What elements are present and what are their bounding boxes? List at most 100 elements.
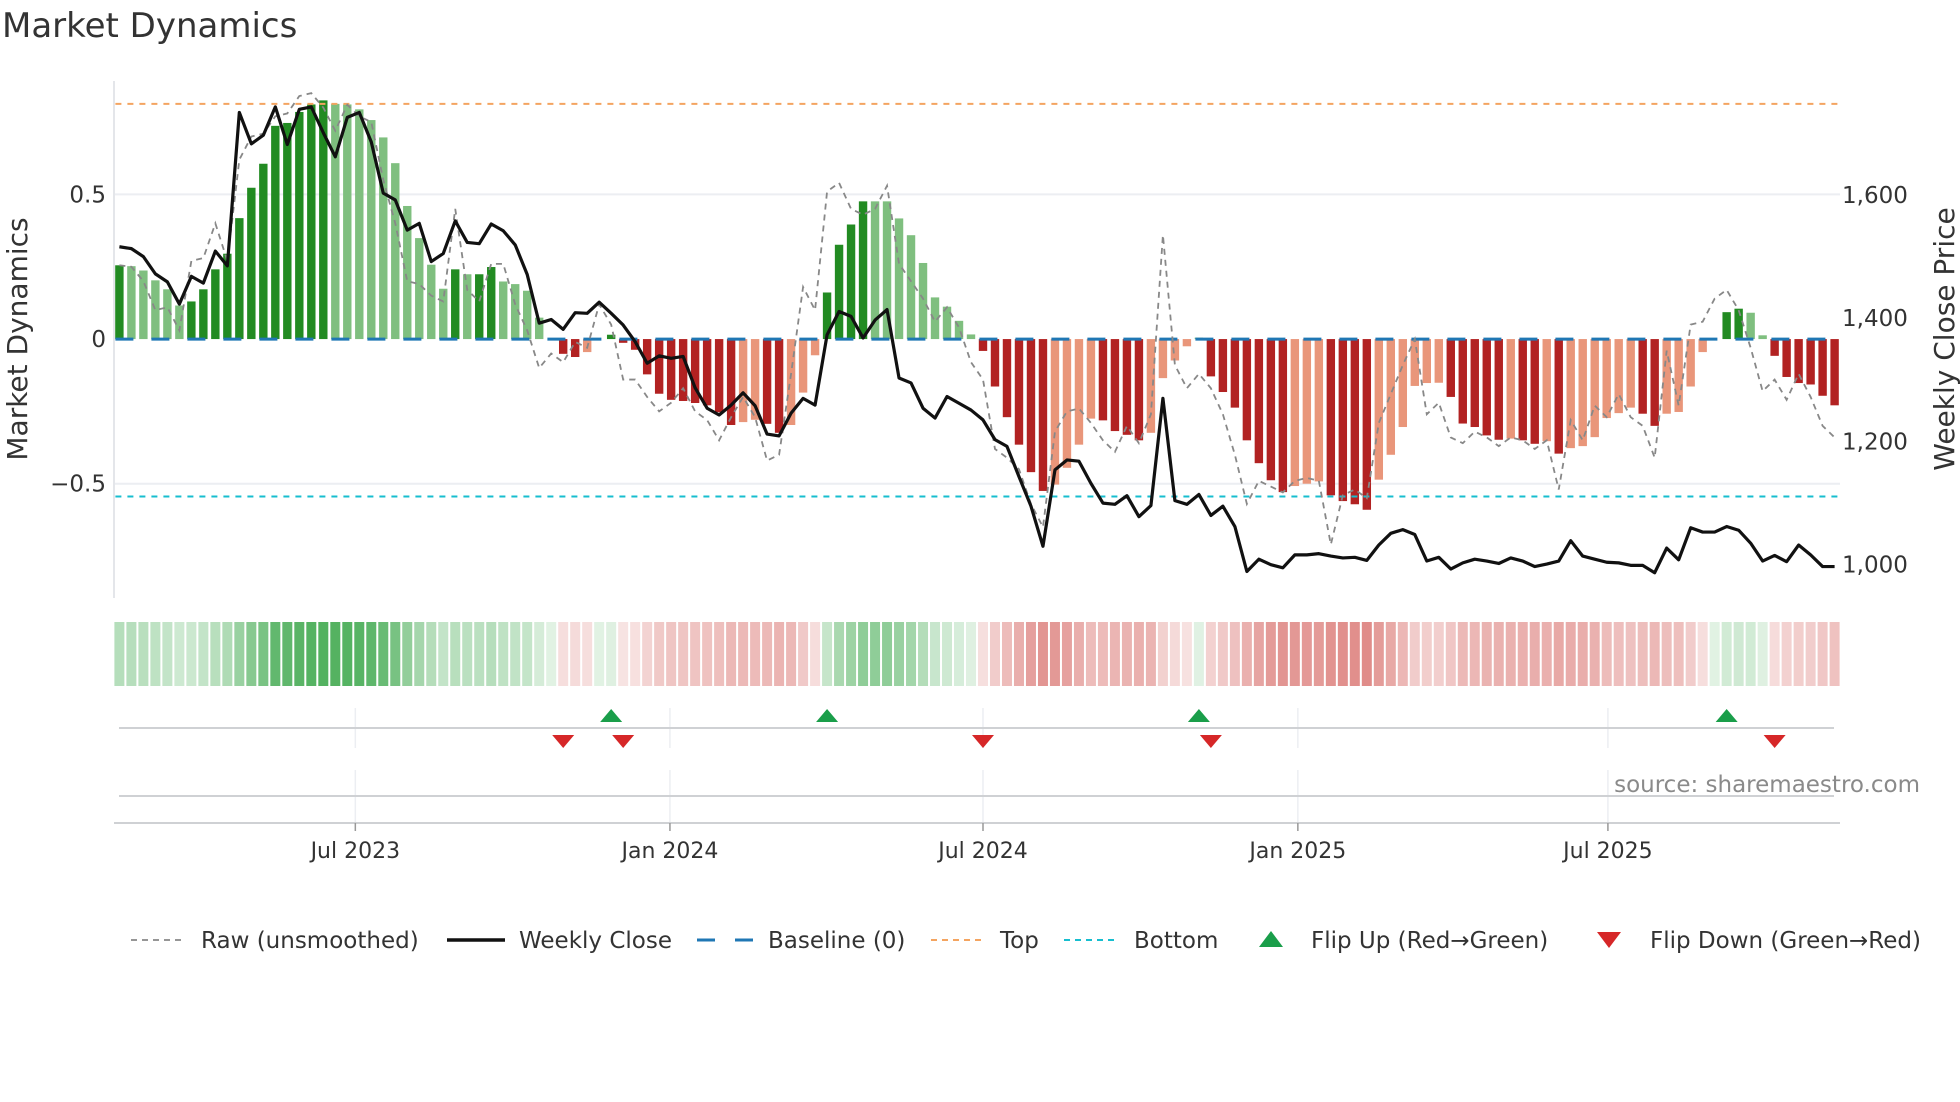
heat-cell bbox=[989, 622, 1000, 686]
y-axis-label: Market Dynamics bbox=[1, 217, 34, 460]
heat-cell bbox=[114, 622, 125, 686]
heat-cell bbox=[1733, 622, 1744, 686]
heat-cell bbox=[1625, 622, 1636, 686]
heat-cell bbox=[1565, 622, 1576, 686]
bar bbox=[1350, 339, 1360, 505]
flip-down-marker bbox=[1199, 735, 1222, 748]
heat-cell bbox=[858, 622, 869, 686]
legend-label: Raw (unsmoothed) bbox=[201, 928, 419, 954]
bar bbox=[1386, 339, 1396, 455]
heat-cell bbox=[198, 622, 209, 686]
heat-cell bbox=[426, 622, 437, 686]
x-tick-label: Jul 2025 bbox=[1561, 839, 1653, 864]
bar bbox=[1026, 339, 1036, 473]
heat-cell bbox=[366, 622, 377, 686]
bar bbox=[1098, 339, 1108, 421]
heat-cell bbox=[582, 622, 593, 686]
legend-label: Weekly Close bbox=[519, 928, 672, 954]
heat-cell bbox=[486, 622, 497, 686]
bar bbox=[894, 218, 904, 340]
heat-cell bbox=[1337, 622, 1348, 686]
legend-label: Top bbox=[999, 928, 1039, 954]
legend-label: Flip Up (Red→Green) bbox=[1311, 928, 1548, 954]
bar bbox=[295, 111, 304, 340]
bar bbox=[1146, 339, 1156, 433]
bar bbox=[1638, 339, 1647, 414]
heat-cell bbox=[606, 622, 617, 686]
bar bbox=[1398, 339, 1408, 428]
bar bbox=[774, 339, 784, 433]
bar bbox=[1242, 339, 1252, 441]
heat-cell bbox=[774, 622, 785, 686]
bar bbox=[798, 339, 808, 393]
y-tick-label: 0 bbox=[91, 327, 106, 353]
legend-item-flip-up: Flip Up (Red→Green) bbox=[1259, 928, 1548, 954]
heat-cell bbox=[1529, 622, 1540, 686]
heat-cell bbox=[390, 622, 401, 686]
heat-cell bbox=[1277, 622, 1288, 686]
heat-cell bbox=[1661, 622, 1672, 686]
heat-cell bbox=[1313, 622, 1324, 686]
bar bbox=[1770, 339, 1779, 356]
bar bbox=[499, 281, 508, 340]
bar bbox=[127, 266, 136, 340]
bar bbox=[1614, 339, 1623, 414]
heat-cell bbox=[1601, 622, 1612, 686]
heat-cell bbox=[138, 622, 149, 686]
heat-cell bbox=[702, 622, 713, 686]
heat-cell bbox=[474, 622, 485, 686]
heat-cell bbox=[1385, 622, 1396, 686]
y-right-tick-label: 1,200 bbox=[1842, 429, 1908, 455]
heat-cell bbox=[1493, 622, 1504, 686]
triangle-down-icon bbox=[1597, 932, 1621, 948]
bar bbox=[1134, 339, 1144, 441]
heat-cell bbox=[270, 622, 281, 686]
bar bbox=[1470, 339, 1479, 428]
heat-cell bbox=[1745, 622, 1756, 686]
heat-cell bbox=[1289, 622, 1300, 686]
bar bbox=[1602, 339, 1611, 419]
bar bbox=[702, 339, 712, 406]
heat-cell bbox=[414, 622, 425, 686]
bar bbox=[1062, 339, 1072, 468]
heat-cell bbox=[1181, 622, 1192, 686]
heat-cell bbox=[1541, 622, 1552, 686]
legend-item-flip-down: Flip Down (Green→Red) bbox=[1597, 928, 1921, 954]
bar bbox=[1326, 339, 1336, 496]
heat-cell bbox=[294, 622, 305, 686]
bar bbox=[1158, 339, 1168, 379]
flip-up-marker bbox=[1187, 709, 1210, 722]
bar bbox=[1434, 339, 1443, 383]
heat-cell bbox=[1121, 622, 1132, 686]
bar bbox=[1254, 339, 1264, 464]
heat-cell bbox=[1793, 622, 1804, 686]
heat-cell bbox=[1001, 622, 1012, 686]
heat-cell bbox=[1061, 622, 1072, 686]
bar bbox=[1698, 339, 1707, 353]
heat-cell bbox=[918, 622, 929, 686]
heat-cell bbox=[534, 622, 545, 686]
heat-cell bbox=[1349, 622, 1360, 686]
heat-cell bbox=[570, 622, 581, 686]
heat-cell bbox=[378, 622, 389, 686]
bar bbox=[259, 163, 268, 340]
bar bbox=[1302, 339, 1312, 484]
triangle-up-icon bbox=[1259, 931, 1283, 947]
bar bbox=[1830, 339, 1839, 406]
bar bbox=[1014, 339, 1024, 445]
heat-cell bbox=[234, 622, 245, 686]
heat-cell bbox=[1517, 622, 1528, 686]
bar bbox=[978, 339, 988, 351]
heat-cell bbox=[498, 622, 509, 686]
heat-cell bbox=[1757, 622, 1768, 686]
bar bbox=[1674, 339, 1683, 412]
bar bbox=[1122, 339, 1132, 435]
heat-cell bbox=[1241, 622, 1252, 686]
flip-up-marker bbox=[600, 709, 623, 722]
bar bbox=[391, 163, 400, 340]
bar bbox=[1806, 339, 1815, 385]
bar bbox=[1446, 339, 1455, 397]
bar bbox=[271, 125, 280, 340]
heat-cell bbox=[750, 622, 761, 686]
heat-cell bbox=[1817, 622, 1828, 686]
